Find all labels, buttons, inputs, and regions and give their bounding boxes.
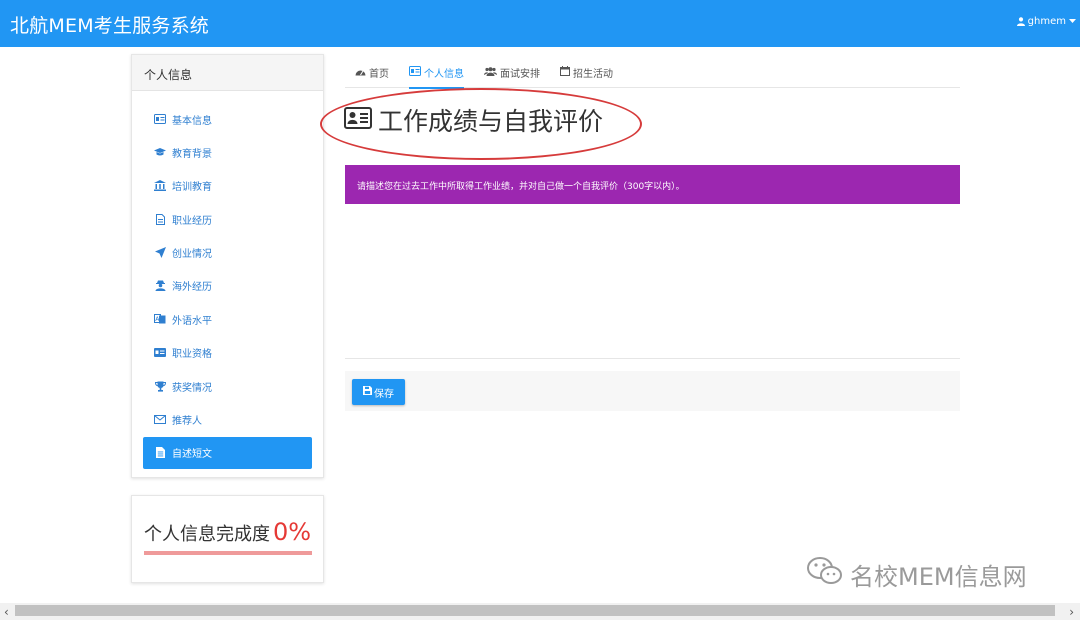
sidebar-item-label: 培训教育 <box>172 182 212 194</box>
sidebar-item-label: 创业情况 <box>172 249 212 261</box>
file-text-icon <box>154 447 166 459</box>
sidebar-item-label: 职业经历 <box>172 215 212 227</box>
scrollbar-thumb[interactable] <box>15 605 1055 616</box>
sidebar-item-label: 获奖情况 <box>172 382 212 394</box>
sidebar-item-basic-info[interactable]: 基本信息 <box>143 103 312 135</box>
form-actions: 保存 <box>345 371 960 411</box>
tab-label: 招生活动 <box>573 69 613 80</box>
horizontal-scrollbar[interactable]: ‹ › <box>0 603 1080 620</box>
file-icon <box>154 213 166 225</box>
completion-text: 个人信息完成度 <box>144 524 270 545</box>
statement-textarea[interactable] <box>345 210 960 358</box>
rocket-icon <box>154 247 166 259</box>
completion-value: 0% <box>273 518 312 546</box>
sidebar-item-label: 海外经历 <box>172 282 212 294</box>
credit-card-icon <box>154 347 166 359</box>
envelope-icon <box>154 414 166 426</box>
sidebar-item-overseas[interactable]: 海外经历 <box>143 270 312 302</box>
completion-progress-bar <box>144 551 312 555</box>
calendar-icon <box>560 66 570 79</box>
page-title-text: 工作成绩与自我评价 <box>378 107 604 136</box>
wechat-icon <box>806 556 844 592</box>
id-card-icon <box>409 66 421 79</box>
user-name: ghmem <box>1027 16 1066 27</box>
sidebar-item-label: 推荐人 <box>172 416 202 428</box>
tab-label: 面试安排 <box>500 69 540 80</box>
save-button[interactable]: 保存 <box>352 379 405 405</box>
id-card-icon <box>154 113 166 125</box>
sidebar-item-startup[interactable]: 创业情况 <box>143 237 312 269</box>
watermark-text: 名校MEM信息网 <box>850 562 1027 591</box>
dashboard-icon <box>355 67 366 79</box>
sidebar-item-language[interactable]: A 外语水平 <box>143 303 312 335</box>
institution-icon <box>154 180 166 192</box>
brand-title[interactable]: 北航MEM考生服务系统 <box>10 11 209 38</box>
save-button-label: 保存 <box>374 388 394 400</box>
sidebar-item-career[interactable]: 职业经历 <box>143 203 312 235</box>
sidebar-title: 个人信息 <box>132 55 323 91</box>
save-icon <box>363 386 372 398</box>
sidebar-item-label: 职业资格 <box>172 349 212 361</box>
scroll-right-arrow-icon[interactable]: › <box>1069 605 1074 619</box>
main-tabs: 首页 个人信息 面试安排 招生活动 <box>345 58 960 89</box>
sidebar-item-label: 自述短文 <box>172 449 212 461</box>
sidebar-item-education[interactable]: 教育背景 <box>143 136 312 168</box>
form-divider <box>345 358 960 359</box>
users-icon <box>484 66 497 79</box>
tab-interview[interactable]: 面试安排 <box>484 58 540 88</box>
user-menu[interactable]: ghmem <box>1016 16 1076 27</box>
user-icon <box>1016 17 1025 26</box>
tab-home[interactable]: 首页 <box>355 58 389 88</box>
tab-label: 个人信息 <box>424 69 464 80</box>
completion-label: 个人信息完成度 0% <box>144 518 311 546</box>
top-navbar: 北航MEM考生服务系统 ghmem <box>0 0 1080 47</box>
sidebar-item-label: 外语水平 <box>172 315 212 327</box>
graduation-cap-icon <box>154 146 166 158</box>
completion-panel: 个人信息完成度 0% <box>131 495 324 583</box>
tab-personal-info[interactable]: 个人信息 <box>409 58 464 89</box>
tab-label: 首页 <box>369 69 389 80</box>
page-title: 工作成绩与自我评价 <box>344 102 603 138</box>
tab-recruitment[interactable]: 招生活动 <box>560 58 613 88</box>
sidebar-item-referee[interactable]: 推荐人 <box>143 404 312 436</box>
caret-down-icon <box>1069 19 1076 24</box>
sidebar-item-statement[interactable]: 自述短文 <box>143 436 312 469</box>
sidebar-menu: 基本信息 教育背景 培训教育 职业经历 创业情况 海外经历 A 外语水平 职业资… <box>132 91 323 469</box>
id-card-icon <box>344 106 372 135</box>
scroll-left-arrow-icon[interactable]: ‹ <box>4 605 9 619</box>
user-secret-icon <box>154 280 166 292</box>
watermark: 名校MEM信息网 <box>806 556 1027 592</box>
language-icon: A <box>154 313 166 325</box>
instruction-notice: 请描述您在过去工作中所取得工作业绩，并对自己做一个自我评价（300字以内）。 <box>345 165 960 204</box>
sidebar-item-label: 基本信息 <box>172 115 212 127</box>
trophy-icon <box>154 380 166 392</box>
sidebar-item-qualification[interactable]: 职业资格 <box>143 337 312 369</box>
sidebar-panel: 个人信息 基本信息 教育背景 培训教育 职业经历 创业情况 海外经历 A 外语水… <box>131 54 324 478</box>
sidebar-item-awards[interactable]: 获奖情况 <box>143 370 312 402</box>
sidebar-item-label: 教育背景 <box>172 148 212 160</box>
sidebar-item-training[interactable]: 培训教育 <box>143 170 312 202</box>
